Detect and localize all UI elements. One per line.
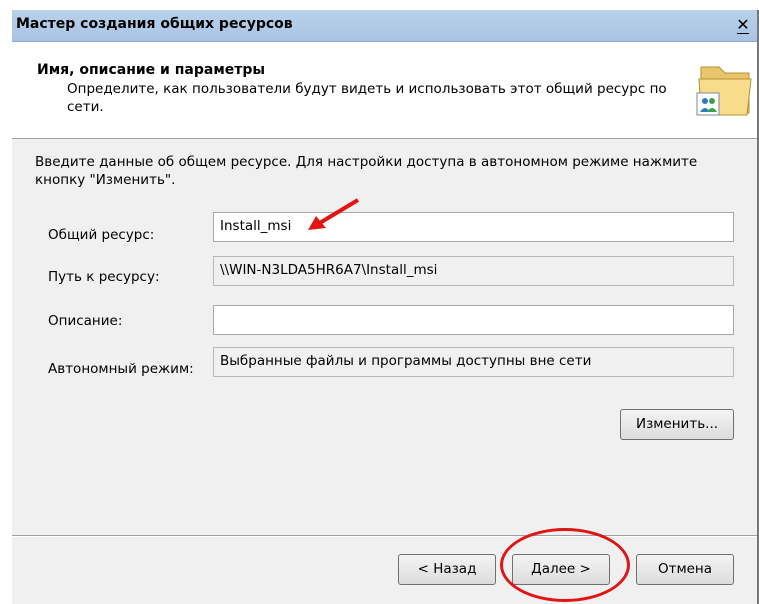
red-arrow-annotation <box>308 198 360 230</box>
path-field: \\WIN-N3LDA5HR6A7\Install_msi <box>213 256 734 286</box>
next-button[interactable]: Далее > <box>512 554 610 585</box>
back-button[interactable]: < Назад <box>398 554 496 585</box>
description-input[interactable] <box>213 305 734 335</box>
cancel-button[interactable]: Отмена <box>636 554 734 585</box>
header-description: Определите, как пользователи будут видет… <box>67 81 667 115</box>
share-name-input[interactable]: Install_msi <box>213 212 734 242</box>
wizard-body: Введите данные об общем ресурсе. Для нас… <box>12 139 759 604</box>
footer-divider <box>12 535 759 537</box>
share-name-label: Общий ресурс: <box>48 227 155 243</box>
shared-folder-icon <box>696 66 752 116</box>
change-button[interactable]: Изменить... <box>620 409 734 440</box>
description-label: Описание: <box>48 313 123 329</box>
offline-label: Автономный режим: <box>48 361 194 377</box>
path-label: Путь к ресурсу: <box>48 269 160 285</box>
wizard-header: Имя, описание и параметры Определите, ка… <box>12 43 759 139</box>
header-title: Имя, описание и параметры <box>37 62 266 78</box>
title-bar: Мастер создания общих ресурсов ✕ <box>12 10 759 42</box>
window-title: Мастер создания общих ресурсов <box>16 16 293 32</box>
close-icon[interactable]: ✕ <box>733 15 753 35</box>
intro-text: Введите данные об общем ресурсе. Для нас… <box>35 154 698 188</box>
offline-field: Выбранные файлы и программы доступны вне… <box>213 347 734 377</box>
